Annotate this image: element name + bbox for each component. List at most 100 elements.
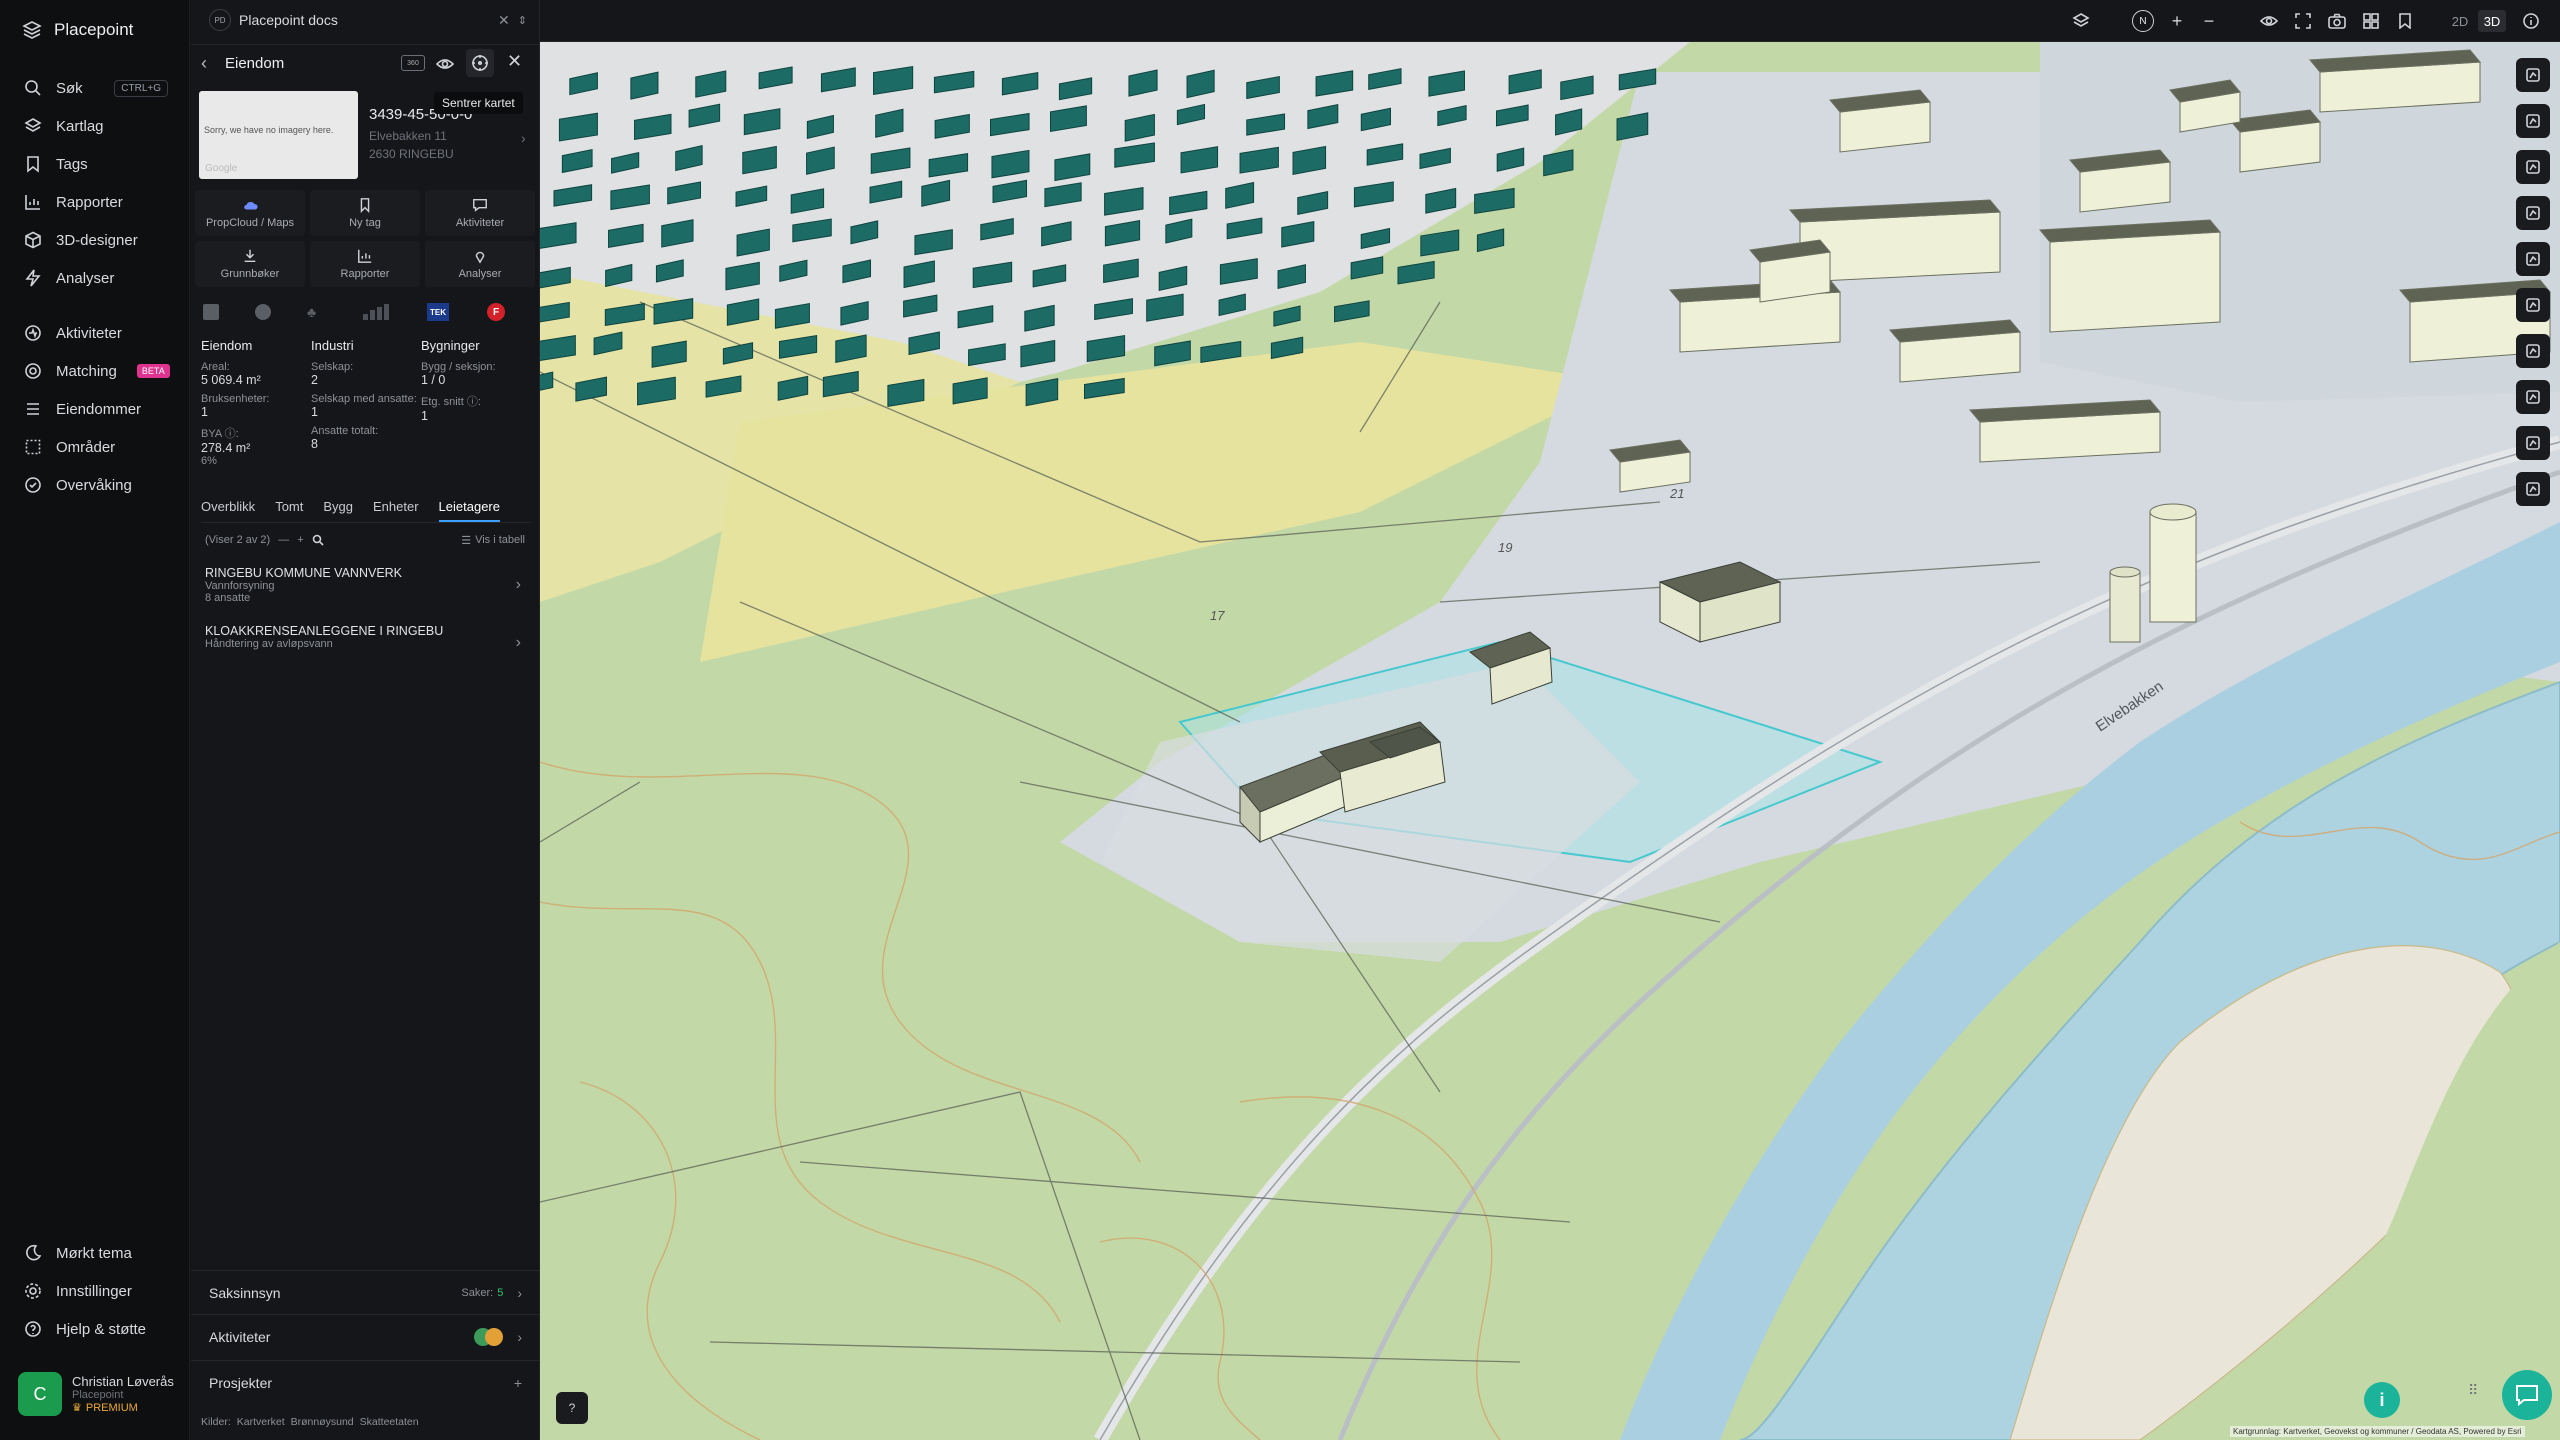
search-icon[interactable] bbox=[312, 534, 324, 546]
sidebar-item-områder[interactable]: Områder bbox=[0, 428, 190, 466]
gray-source-icon[interactable] bbox=[203, 304, 219, 320]
layer-search-icon[interactable] bbox=[2516, 150, 2550, 184]
drag-handle-icon[interactable]: ⠿ bbox=[2468, 1382, 2478, 1399]
action-rapporter-button[interactable]: Rapporter bbox=[310, 241, 420, 287]
chart-icon[interactable] bbox=[2516, 196, 2550, 230]
back-button[interactable]: ‹ bbox=[201, 53, 225, 74]
tab-leietagere[interactable]: Leietagere bbox=[438, 499, 500, 522]
sidebar-item-hjelp-støtte[interactable]: Hjelp & støtte bbox=[0, 1310, 190, 1348]
app-logo[interactable]: Placepoint bbox=[22, 20, 133, 40]
ruler-icon[interactable] bbox=[2516, 104, 2550, 138]
eye-icon[interactable] bbox=[2258, 10, 2280, 32]
tab-tomt[interactable]: Tomt bbox=[275, 499, 303, 522]
sidebar-item-kartlag[interactable]: Kartlag bbox=[0, 107, 190, 145]
sidebar-item-analyser[interactable]: Analyser bbox=[0, 259, 190, 297]
fullscreen-icon[interactable] bbox=[2292, 10, 2314, 32]
source-kartverket[interactable]: Kartverket bbox=[237, 1416, 285, 1428]
building-height-icon[interactable] bbox=[2516, 380, 2550, 414]
sidebar-item-matching[interactable]: Matching BETA bbox=[0, 352, 190, 390]
sidebar-item-search[interactable]: Søk CTRL+G bbox=[0, 69, 190, 107]
bolt-icon bbox=[25, 269, 41, 287]
help-icon[interactable]: ? bbox=[556, 1392, 588, 1424]
compass-button[interactable]: N bbox=[2132, 10, 2154, 32]
info-button[interactable]: i bbox=[2364, 1382, 2400, 1418]
google-logo: Google bbox=[205, 163, 238, 174]
compare-icon[interactable] bbox=[2516, 472, 2550, 506]
close-icon[interactable]: ✕ bbox=[498, 12, 510, 29]
shortcut-badge: CTRL+G bbox=[114, 79, 168, 97]
tenant-row[interactable]: RINGEBU KOMMUNE VANNVERK Vannforsyning 8 a… bbox=[205, 566, 525, 624]
map-view[interactable]: Elvebakken 19 17 21 ? i ⠿ Kartgrunnlag: … bbox=[540, 42, 2560, 1440]
tab-overblikk[interactable]: Overblikk bbox=[201, 499, 255, 522]
add-button[interactable]: + bbox=[297, 534, 303, 546]
postal-address: 2630 RINGEBU bbox=[369, 147, 454, 161]
street-view-button[interactable]: 360 bbox=[401, 55, 425, 71]
action-ny-tag-button[interactable]: Ny tag bbox=[310, 190, 420, 236]
tenant-row[interactable]: KLOAKKRENSEANLEGGENE I RINGEBU Håndtering… bbox=[205, 624, 525, 682]
add-icon[interactable]: + bbox=[514, 1375, 522, 1391]
collapse-button[interactable]: — bbox=[278, 534, 289, 546]
elevation-icon[interactable] bbox=[2516, 426, 2550, 460]
info-value: 8 bbox=[311, 437, 318, 451]
plant-icon[interactable]: ♣ bbox=[307, 305, 325, 319]
info-value: 2 bbox=[311, 373, 318, 387]
sidebar-item-eiendommer[interactable]: Eiendommer bbox=[0, 390, 190, 428]
chevron-right-icon[interactable]: › bbox=[521, 130, 526, 146]
info-icon[interactable] bbox=[2520, 10, 2542, 32]
user-profile[interactable]: C Christian Løverås Placepoint ♛ PREMIUM bbox=[18, 1372, 174, 1416]
section-prosjekter[interactable]: Prosjekter + bbox=[191, 1360, 540, 1404]
info-key: Bruksenheter: bbox=[201, 393, 270, 405]
globe-icon[interactable] bbox=[255, 304, 271, 320]
close-panel-button[interactable]: ✕ bbox=[507, 51, 522, 72]
terrain-icon[interactable] bbox=[2516, 242, 2550, 276]
sidebar-item-innstillinger[interactable]: Innstillinger bbox=[0, 1272, 190, 1310]
sources-label: Kilder: bbox=[201, 1416, 231, 1428]
mode-3d-button[interactable]: 3D bbox=[2478, 10, 2506, 32]
sidebar-item-overvåking[interactable]: Overvåking bbox=[0, 466, 190, 504]
action-grunnbøker-button[interactable]: Grunnbøker bbox=[195, 241, 305, 287]
zoom-in-button[interactable]: + bbox=[2166, 10, 2188, 32]
action-label: Ny tag bbox=[349, 217, 381, 229]
center-map-button[interactable] bbox=[466, 49, 494, 77]
grid-icon[interactable] bbox=[2360, 10, 2382, 32]
source-bronnoysund[interactable]: Brønnøysund bbox=[291, 1416, 354, 1428]
globe-layer-icon[interactable] bbox=[2516, 58, 2550, 92]
section-saksinnsyn[interactable]: Saksinnsyn Saker: 5 › bbox=[191, 1270, 540, 1314]
layers-icon bbox=[24, 118, 42, 132]
tab-enheter[interactable]: Enheter bbox=[373, 499, 419, 522]
bookmark-icon[interactable] bbox=[2394, 10, 2416, 32]
section-aktiviteter[interactable]: Aktiviteter › bbox=[191, 1314, 540, 1358]
eye-icon[interactable] bbox=[436, 56, 454, 72]
chat-button[interactable] bbox=[2502, 1370, 2552, 1420]
tab-bygg[interactable]: Bygg bbox=[323, 499, 353, 522]
sidebar-item-3d-designer[interactable]: 3D-designer bbox=[0, 221, 190, 259]
sidebar-item-aktiviteter[interactable]: Aktiviteter bbox=[0, 314, 190, 352]
zoom-out-button[interactable]: − bbox=[2198, 10, 2220, 32]
workspace-selector[interactable]: PD Placepoint docs ✕ ⇕ bbox=[209, 8, 529, 32]
action-propcloud-maps-button[interactable]: PropCloud / Maps bbox=[195, 190, 305, 236]
panel-title: Eiendom bbox=[225, 55, 285, 72]
layers-icon[interactable] bbox=[2070, 10, 2092, 32]
mode-2d-button[interactable]: 2D bbox=[2446, 10, 2474, 32]
table-view-button[interactable]: ☰ Vis i tabell bbox=[461, 534, 525, 547]
f-badge[interactable]: F bbox=[487, 303, 505, 321]
camera-icon[interactable] bbox=[2326, 10, 2348, 32]
chat-icon bbox=[473, 198, 487, 212]
source-skatteetaten[interactable]: Skatteetaten bbox=[360, 1416, 419, 1428]
sidebar-item-mørkt-tema[interactable]: Mørkt tema bbox=[0, 1234, 190, 1272]
sun-icon[interactable] bbox=[2516, 334, 2550, 368]
action-aktiviteter-button[interactable]: Aktiviteter bbox=[425, 190, 535, 236]
bars-icon[interactable] bbox=[361, 304, 389, 320]
action-analyser-button[interactable]: Analyser bbox=[425, 241, 535, 287]
sidebar-item-tags[interactable]: Tags bbox=[0, 145, 190, 183]
profile-icon[interactable] bbox=[2516, 288, 2550, 322]
sidebar-item-label: Matching bbox=[56, 362, 117, 380]
sidebar-item-label: Innstillinger bbox=[56, 1282, 132, 1300]
sidebar-item-label: Analyser bbox=[56, 269, 115, 287]
chevron-updown-icon[interactable]: ⇕ bbox=[518, 14, 527, 27]
info-value: 1 bbox=[311, 405, 318, 419]
tek-badge[interactable]: TEK bbox=[427, 303, 449, 321]
sidebar-item-label: Overvåking bbox=[56, 476, 132, 494]
sidebar-item-rapporter[interactable]: Rapporter bbox=[0, 183, 190, 221]
property-thumbnail[interactable]: Sorry, we have no imagery here. Google bbox=[199, 91, 358, 179]
